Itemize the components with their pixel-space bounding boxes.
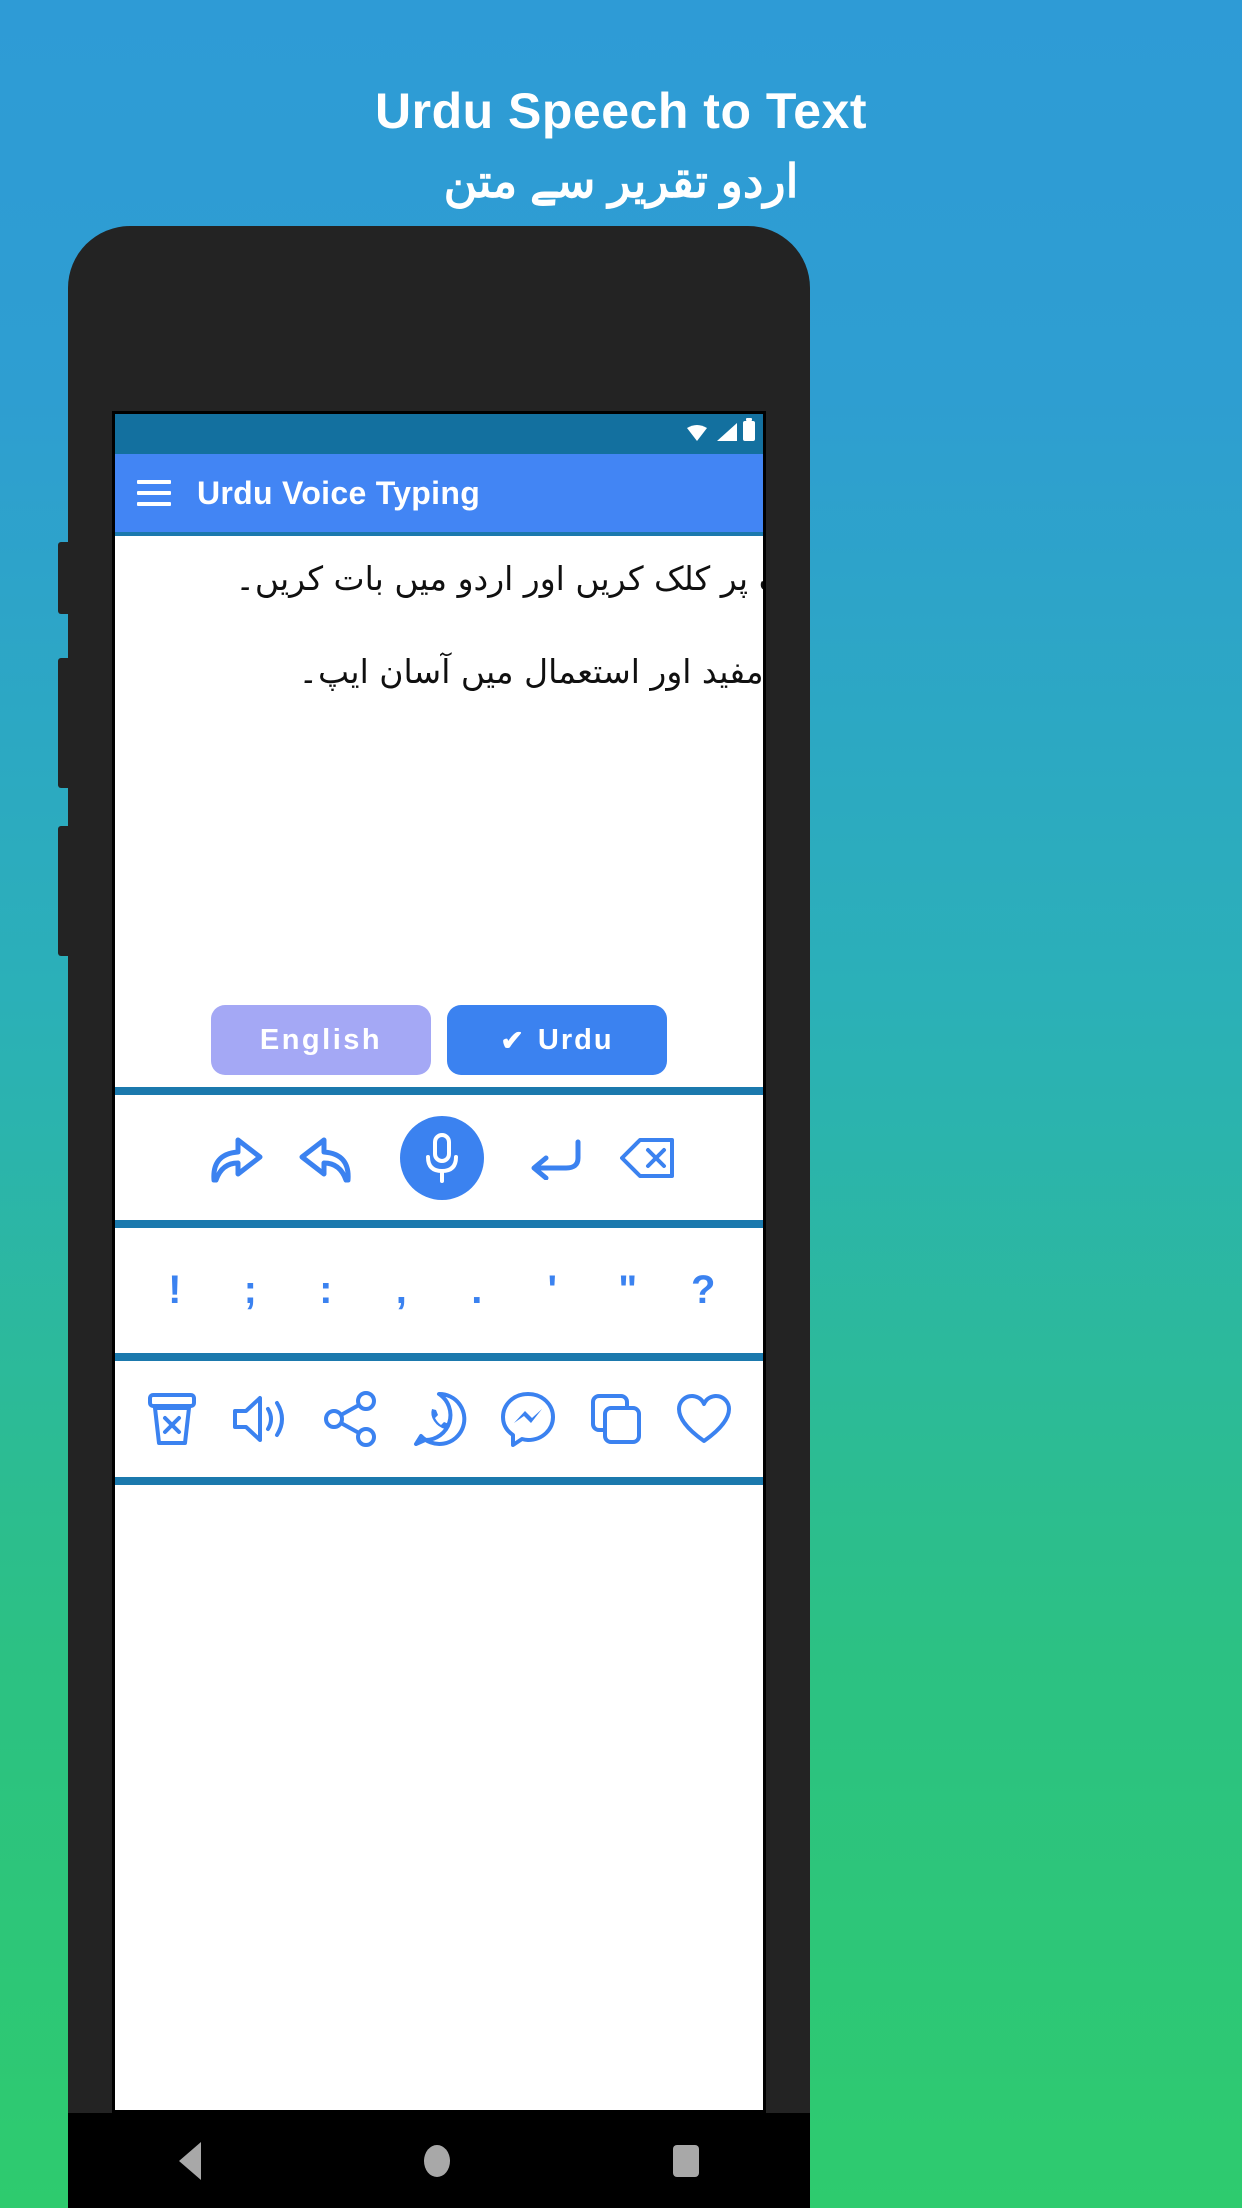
punctuation-row: ! ; : , . ' " ? bbox=[115, 1228, 763, 1353]
phone-screen-bezel: Urdu Voice Typing مائیک پر کلک کریں اور … bbox=[112, 411, 766, 2113]
recents-square-icon[interactable] bbox=[672, 2144, 699, 2177]
status-bar-icons bbox=[685, 418, 755, 441]
microphone-icon[interactable] bbox=[400, 1115, 484, 1200]
promo-subtitle-urdu: اردو تقریر سے متن bbox=[443, 155, 799, 207]
action-toolbar bbox=[115, 1361, 763, 1477]
divider-4 bbox=[115, 1477, 763, 1485]
language-button-english-label: English bbox=[259, 1023, 383, 1056]
promo-title: Urdu Speech to Text bbox=[375, 83, 867, 139]
language-button-urdu-label: Urdu bbox=[537, 1023, 614, 1056]
divider-1 bbox=[115, 1087, 763, 1095]
speaker-icon[interactable] bbox=[231, 1392, 291, 1446]
delete-icon[interactable] bbox=[146, 1391, 198, 1447]
heart-icon[interactable] bbox=[676, 1393, 732, 1445]
language-button-english[interactable]: English bbox=[211, 1005, 431, 1075]
punct-key-apostrophe[interactable]: ' bbox=[537, 1268, 567, 1313]
app-bar: Urdu Voice Typing bbox=[115, 454, 763, 536]
hamburger-menu-icon[interactable] bbox=[137, 480, 171, 506]
punct-key-comma[interactable]: , bbox=[386, 1268, 416, 1313]
messenger-icon[interactable] bbox=[500, 1391, 556, 1447]
punct-key-exclamation[interactable]: ! bbox=[160, 1268, 190, 1313]
divider-3 bbox=[115, 1353, 763, 1361]
back-triangle-icon[interactable] bbox=[179, 2141, 202, 2180]
enter-icon[interactable] bbox=[524, 1136, 586, 1180]
editor-line-1: مائیک پر کلک کریں اور اردو میں بات کریں۔ bbox=[235, 559, 763, 598]
language-button-urdu[interactable]: ✔ Urdu bbox=[447, 1005, 667, 1075]
android-nav-bar bbox=[68, 2113, 810, 2208]
home-circle-icon[interactable] bbox=[423, 2144, 450, 2177]
punct-key-quote[interactable]: " bbox=[613, 1268, 643, 1313]
undo-icon[interactable] bbox=[298, 1132, 360, 1184]
check-icon: ✔ bbox=[500, 1024, 526, 1056]
signal-icon bbox=[715, 423, 737, 441]
status-bar bbox=[115, 414, 763, 454]
divider-2 bbox=[115, 1220, 763, 1228]
edit-toolbar bbox=[115, 1095, 763, 1220]
share-icon[interactable] bbox=[323, 1391, 378, 1447]
punct-key-semicolon[interactable]: ; bbox=[235, 1268, 265, 1313]
phone-side-button-top bbox=[58, 542, 70, 614]
backspace-icon[interactable] bbox=[620, 1136, 676, 1180]
redo-icon[interactable] bbox=[202, 1132, 264, 1184]
language-selector: English ✔ Urdu bbox=[115, 1005, 763, 1075]
phone-frame: Urdu Voice Typing مائیک پر کلک کریں اور … bbox=[58, 226, 810, 2208]
phone-side-button-middle bbox=[58, 658, 70, 788]
phone-side-button-bottom bbox=[58, 826, 70, 956]
punct-key-colon[interactable]: : bbox=[311, 1268, 341, 1313]
punct-key-period[interactable]: . bbox=[462, 1268, 492, 1313]
text-editor-area[interactable]: مائیک پر کلک کریں اور اردو میں بات کریں۔… bbox=[115, 536, 763, 1087]
wifi-icon bbox=[685, 423, 709, 441]
punct-key-question[interactable]: ? bbox=[688, 1268, 718, 1313]
battery-icon bbox=[743, 418, 755, 441]
copy-icon[interactable] bbox=[589, 1392, 643, 1446]
phone-screen: Urdu Voice Typing مائیک پر کلک کریں اور … bbox=[115, 414, 763, 2110]
promo-header: Urdu Speech to Text اردو تقریر سے متن bbox=[0, 0, 1242, 204]
app-title: Urdu Voice Typing bbox=[197, 474, 481, 511]
editor-line-2: بہت مفید اور استعمال میں آسان ایپ۔ bbox=[298, 652, 763, 692]
whatsapp-icon[interactable] bbox=[411, 1391, 467, 1447]
editor-content[interactable]: مائیک پر کلک کریں اور اردو میں بات کریں۔… bbox=[115, 536, 763, 693]
